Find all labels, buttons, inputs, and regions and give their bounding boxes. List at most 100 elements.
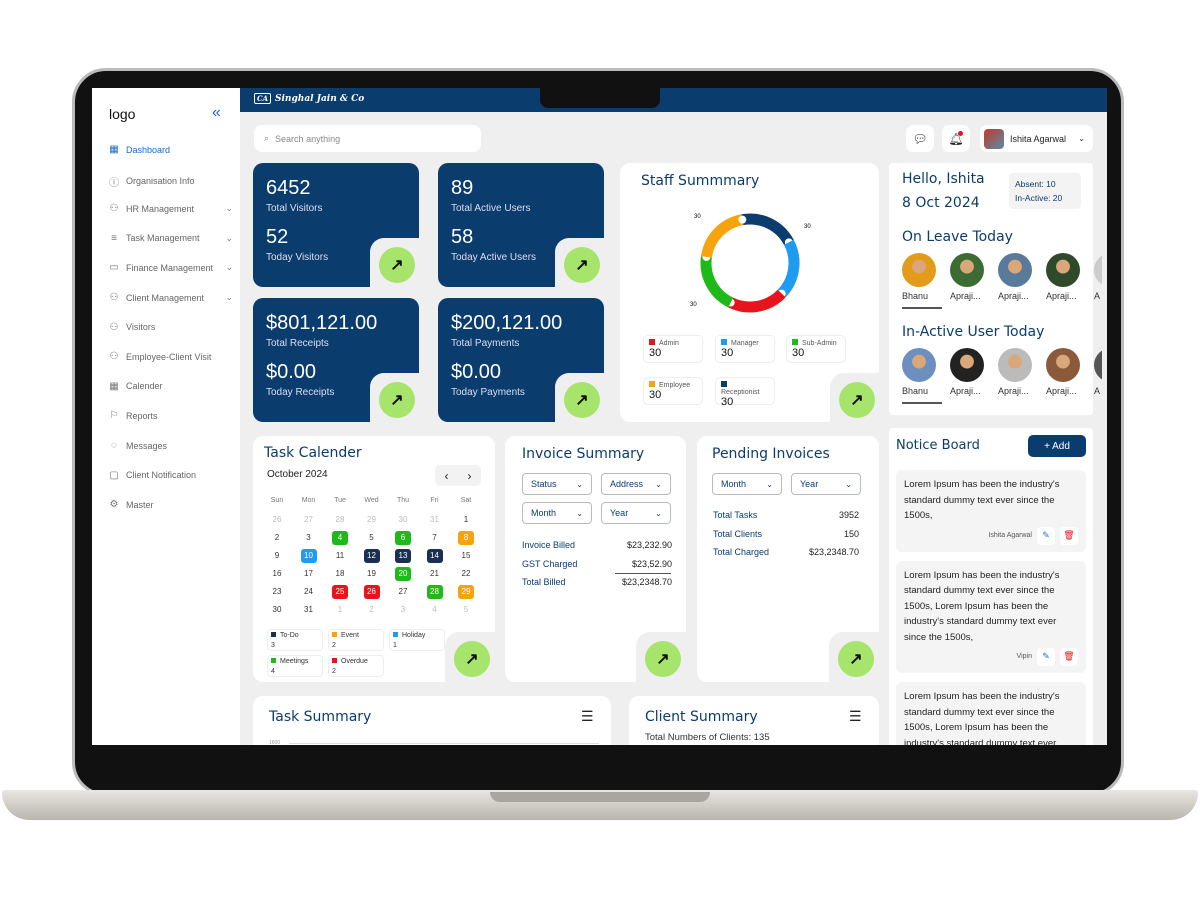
edit-icon[interactable]: ✎	[1037, 648, 1055, 666]
calendar-day[interactable]: 6	[395, 531, 411, 545]
filter-year[interactable]: Year ⌄	[791, 473, 861, 495]
user-avatar-item[interactable]: Apraji...	[1046, 348, 1082, 396]
search-placeholder: Search anything	[275, 133, 341, 144]
user-avatar-item[interactable]: Bhanu	[902, 348, 938, 396]
user-avatar-item[interactable]: Apraji...	[1046, 253, 1082, 301]
stat-open-button[interactable]: ↗	[564, 382, 600, 418]
brand-mark-icon: CA	[254, 93, 272, 104]
calendar-day[interactable]: 19	[364, 567, 380, 581]
calendar-day[interactable]: 31	[427, 513, 443, 527]
calendar-day[interactable]: 4	[427, 603, 443, 617]
sidebar-item-task-management[interactable]: ≡ Task Management ⌄	[108, 233, 233, 244]
notice-board: Notice Board + Add Lorem Ipsum has been …	[889, 428, 1093, 745]
collapse-sidebar-icon[interactable]: «	[212, 104, 221, 122]
user-avatar-item[interactable]: Apraji...	[950, 253, 986, 301]
sidebar-item-reports[interactable]: ⚐ Reports	[108, 410, 233, 421]
calendar-day[interactable]: 4	[332, 531, 348, 545]
sidebar-item-calender[interactable]: ▦ Calender	[108, 381, 233, 392]
calendar-day[interactable]: 3	[301, 531, 317, 545]
stat-open-button[interactable]: ↗	[379, 382, 415, 418]
filter-month[interactable]: Month ⌄	[522, 502, 592, 524]
calendar-day[interactable]: 27	[395, 585, 411, 599]
calendar-day[interactable]: 5	[364, 531, 380, 545]
calendar-day[interactable]: 24	[301, 585, 317, 599]
calendar-day[interactable]: 1	[458, 513, 474, 527]
calendar-day[interactable]: 9	[269, 549, 285, 563]
calendar-day[interactable]: 11	[332, 549, 348, 563]
sidebar-item-messages[interactable]: ◌ Messages	[108, 440, 233, 451]
sidebar-item-client-notification[interactable]: ▢ Client Notification	[108, 470, 233, 481]
user-avatar-item[interactable]: Apraji...	[998, 253, 1034, 301]
calendar-day[interactable]: 14	[426, 549, 443, 563]
calendar-day[interactable]: 20	[395, 567, 411, 581]
calendar-day[interactable]: 26	[269, 513, 285, 527]
calendar-day[interactable]: 10	[300, 549, 317, 563]
next-month-icon[interactable]: ›	[468, 469, 472, 483]
search-input[interactable]: ⌕ Search anything	[254, 125, 481, 152]
notifications-button[interactable]: 🔔︎	[942, 125, 970, 152]
user-avatar-item[interactable]: Apraji...	[950, 348, 986, 396]
calendar-day[interactable]: 18	[332, 567, 348, 581]
calendar-day[interactable]: 31	[301, 603, 317, 617]
calendar-day[interactable]: 2	[269, 531, 285, 545]
filter-sliders-icon[interactable]: ☰	[581, 708, 594, 725]
filter-month[interactable]: Month ⌄	[712, 473, 782, 495]
calendar-day[interactable]: 2	[364, 603, 380, 617]
avatar	[1094, 348, 1102, 382]
calendar-day[interactable]: 7	[427, 531, 443, 545]
calendar-day[interactable]: 12	[363, 549, 380, 563]
sidebar-item-master[interactable]: ⚙ Master	[108, 499, 233, 510]
staff-open-button[interactable]: ↗	[839, 382, 875, 418]
invoice-open-button[interactable]: ↗	[645, 641, 681, 677]
user-avatar-item[interactable]: Apraji...	[998, 348, 1034, 396]
calendar-open-button[interactable]: ↗	[454, 641, 490, 677]
calendar-day[interactable]: 5	[458, 603, 474, 617]
stat-open-button[interactable]: ↗	[379, 247, 415, 283]
filter-sliders-icon[interactable]: ☰	[849, 708, 862, 725]
user-menu[interactable]: Ishita Agarwal ⌄	[980, 125, 1093, 152]
user-avatar-item[interactable]: Bhanu	[902, 253, 938, 301]
messages-button[interactable]: 💬︎	[906, 125, 934, 152]
calendar-day[interactable]: 17	[301, 567, 317, 581]
calendar-day[interactable]: 29	[364, 513, 380, 527]
pending-open-button[interactable]: ↗	[838, 641, 874, 677]
calendar-day[interactable]: 28	[332, 513, 348, 527]
sidebar-item-client-management[interactable]: ⚇ Client Management ⌄	[108, 292, 233, 303]
calendar-day[interactable]: 21	[427, 567, 443, 581]
calendar-day[interactable]: 15	[458, 549, 474, 563]
calendar-day[interactable]: 30	[395, 513, 411, 527]
filter-address[interactable]: Address ⌄	[601, 473, 671, 495]
calendar-day[interactable]: 30	[269, 603, 285, 617]
sidebar-item-organisation-info[interactable]: ⓘ Organisation Info	[108, 174, 233, 189]
calendar-day[interactable]: 1	[332, 603, 348, 617]
sidebar-item-label: Employee-Client Visit	[126, 351, 212, 362]
calendar-day[interactable]: 13	[395, 549, 411, 563]
user-avatar-item[interactable]: A	[1094, 253, 1102, 301]
calendar-day[interactable]: 28	[426, 585, 443, 599]
message-icon: ◌	[111, 440, 117, 451]
user-avatar-item[interactable]: A	[1094, 348, 1102, 396]
sidebar-item-employee-client-visit[interactable]: ⚇ Employee-Client Visit	[108, 351, 233, 362]
sidebar-item-visitors[interactable]: ⚇ Visitors	[108, 322, 233, 333]
edit-icon[interactable]: ✎	[1037, 526, 1055, 545]
calendar-day[interactable]: 25	[332, 585, 348, 599]
trash-icon[interactable]: 🗑︎	[1060, 526, 1078, 545]
calendar-day[interactable]: 29	[458, 585, 474, 599]
sidebar-item-hr-management[interactable]: ⚇ HR Management ⌄	[108, 203, 233, 214]
calendar-day[interactable]: 22	[458, 567, 474, 581]
calendar-day[interactable]: 23	[269, 585, 285, 599]
prev-month-icon[interactable]: ‹	[445, 469, 449, 483]
calendar-day[interactable]: 3	[395, 603, 411, 617]
calendar-day[interactable]: 26	[363, 585, 380, 599]
chevron-down-icon: ⌄	[1078, 134, 1085, 143]
calendar-day[interactable]: 27	[301, 513, 317, 527]
trash-icon[interactable]: 🗑︎	[1060, 648, 1078, 666]
add-notice-button[interactable]: + Add	[1028, 435, 1086, 457]
filter-status[interactable]: Status ⌄	[522, 473, 592, 495]
filter-year[interactable]: Year ⌄	[601, 502, 671, 524]
sidebar-item-dashboard[interactable]: ▦ Dashboard	[108, 144, 233, 155]
calendar-day[interactable]: 16	[269, 567, 285, 581]
calendar-day[interactable]: 8	[458, 531, 474, 545]
sidebar-item-finance-management[interactable]: ▭ Finance Management ⌄	[108, 262, 233, 273]
stat-open-button[interactable]: ↗	[564, 247, 600, 283]
